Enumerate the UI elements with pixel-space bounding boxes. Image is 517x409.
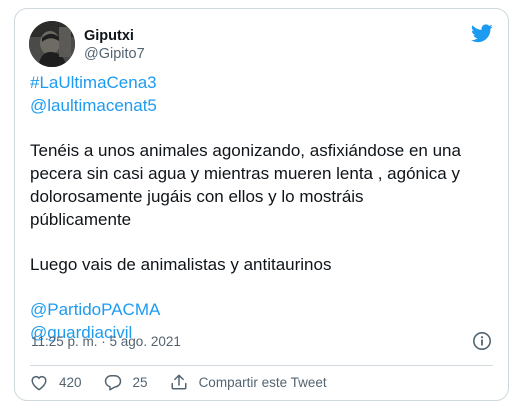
like-count: 420 [59, 374, 82, 390]
share-icon [171, 374, 187, 390]
author-handle[interactable]: @Gipito7 [84, 46, 145, 62]
tweet-link[interactable]: @PartidoPACMA [30, 298, 500, 321]
reply-icon [104, 374, 121, 390]
tweet-text-line: públicamente [30, 210, 132, 229]
reply-button[interactable]: 25 [104, 374, 148, 391]
tweet-text-line: pecera sin casi agua y mientras mueren l… [30, 164, 460, 183]
heart-icon [31, 375, 47, 391]
tweet-link[interactable]: @laultimacenat5 [30, 94, 500, 117]
avatar[interactable] [29, 21, 75, 67]
share-button[interactable]: Compartir este Tweet [170, 373, 327, 391]
twitter-bird-icon[interactable] [471, 24, 493, 43]
info-icon[interactable] [472, 331, 492, 351]
tweet-text: #LaUltimaCena3 @laultimacenat5 Tenéis a un… [30, 71, 500, 344]
tweet-text-line: Luego vais de animalistas y antitaurinos [30, 255, 332, 274]
action-bar: 420 25 Compartir este Tweet [30, 371, 349, 393]
reply-count: 25 [132, 374, 148, 390]
tweet-text-line: dolorosamente jugáis con ellos y lo most… [30, 187, 364, 206]
tweet-card[interactable]: Giputxi @Gipito7 #LaUltimaCena3 @laultima… [14, 8, 509, 401]
author-name[interactable]: Giputxi [84, 28, 134, 44]
divider [30, 365, 493, 366]
like-button[interactable]: 420 [30, 374, 82, 391]
tweet-text-line: Tenéis a unos animales agonizando, asfix… [30, 141, 461, 160]
tweet-link[interactable]: #LaUltimaCena3 [30, 71, 500, 94]
tweet-timestamp[interactable]: 11:25 p. m. · 5 ago. 2021 [31, 334, 181, 349]
share-label: Compartir este Tweet [198, 374, 327, 390]
